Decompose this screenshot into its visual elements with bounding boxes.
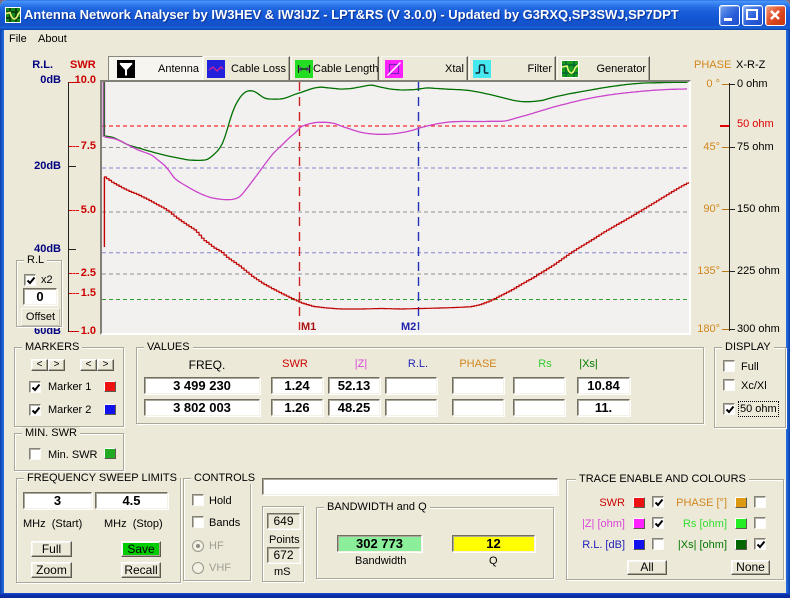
svg-text:M2: M2 — [401, 321, 416, 333]
svg-text:M1: M1 — [301, 321, 316, 333]
